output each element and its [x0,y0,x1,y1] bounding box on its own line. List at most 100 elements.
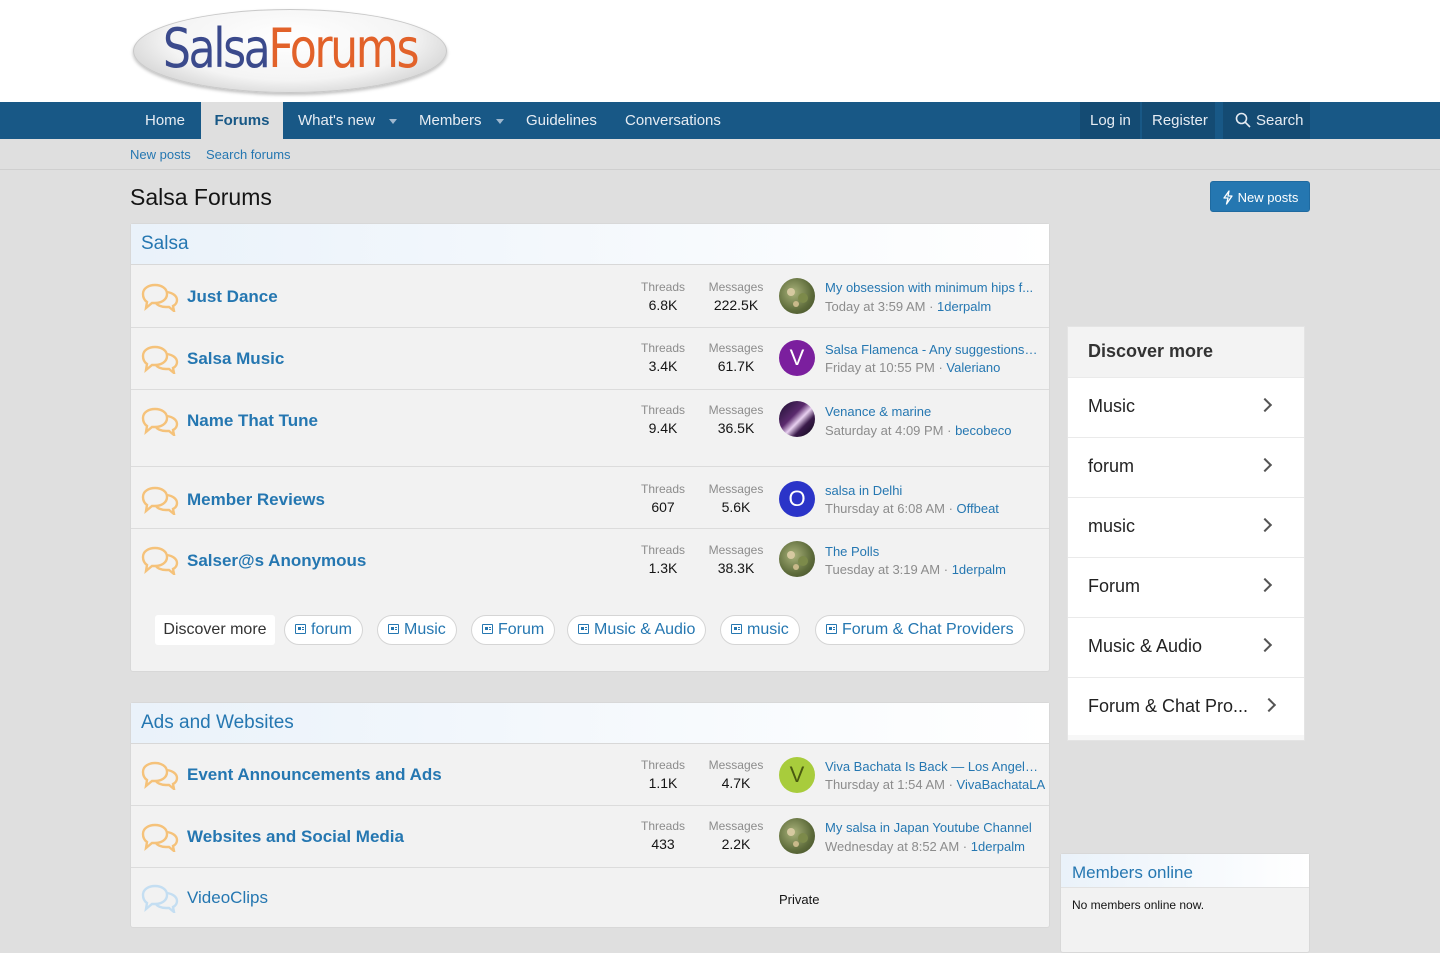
chevron-right-icon [1257,637,1273,653]
avatar[interactable]: V [779,340,815,376]
nav-conversations[interactable]: Conversations [625,102,721,139]
forum-title-link[interactable]: Event Announcements and Ads [187,765,442,785]
nav-members[interactable]: Members [419,102,504,139]
latest-user-link[interactable]: Valeriano [946,360,1000,375]
nav-forums[interactable]: Forums [201,102,283,139]
chevron-right-icon [1257,397,1273,413]
latest-user-link[interactable]: 1derpalm [971,839,1025,854]
chevron-down-icon[interactable] [495,118,504,124]
bolt-icon [1222,190,1233,205]
chevron-right-icon [1257,517,1273,533]
members-online-text: No members online now. [1072,898,1205,912]
discover-chip[interactable]: Music [377,615,457,645]
latest-time[interactable]: Thursday at 1:54 AM [825,777,945,792]
category-title[interactable]: Ads and Websites [131,703,1049,744]
latest-thread-link[interactable]: Salsa Flamenca - Any suggestions f... [825,342,1040,357]
discover-chip[interactable]: Forum & Chat Providers [815,615,1025,645]
discover-chip[interactable]: Music & Audio [567,615,707,645]
site-logo[interactable]: SalsaForums [133,9,447,93]
subnav-new-posts[interactable]: New posts [130,147,191,162]
latest-user-link[interactable]: VivaBachataLA [957,777,1046,792]
forum-node: Websites and Social Media Threads 433 Mes… [131,806,1049,868]
sidebar-discover-item[interactable]: Music [1068,377,1304,437]
avatar[interactable] [779,401,815,437]
sidebar-discover-item[interactable]: Forum [1068,557,1304,617]
avatar[interactable] [779,278,815,314]
subnav-search-forums[interactable]: Search forums [206,147,291,162]
discover-more-label: Discover more [155,615,275,645]
latest-meta: Tuesday at 3:19 AM · 1derpalm [825,562,1006,577]
avatar[interactable] [779,541,815,577]
discover-chip[interactable]: Forum [471,615,556,645]
latest-meta: Wednesday at 8:52 AM · 1derpalm [825,839,1025,854]
article-icon [731,623,742,634]
forum-title-link[interactable]: Salsa Music [187,349,284,369]
chevron-right-icon [1257,577,1273,593]
latest-thread-link[interactable]: Viva Bachata Is Back — Los Angeles... [825,759,1040,774]
nav-home[interactable]: Home [145,102,185,139]
messages-stat: Messages 36.5K [708,403,764,436]
forum-title-link[interactable]: Websites and Social Media [187,827,404,847]
forum-node: Member Reviews Threads 607 Messages 5.6K O… [131,467,1049,529]
forum-bubbles-icon [141,283,179,312]
latest-user-link[interactable]: 1derpalm [937,299,991,314]
forum-node: VideoClips Private [131,868,1049,927]
search-button[interactable]: Search [1223,102,1310,139]
latest-thread-link[interactable]: My obsession with minimum hips f... [825,280,1040,295]
chevron-down-icon[interactable] [389,118,398,124]
sidebar-discover-item[interactable]: Forum & Chat Pro... [1068,677,1304,735]
forum-bubbles-icon [141,761,179,790]
latest-meta: Thursday at 1:54 AM · VivaBachataLA [825,777,1046,792]
forum-bubbles-icon [141,546,179,575]
sidebar-discover-item[interactable]: music [1068,497,1304,557]
latest-thread-link[interactable]: Venance & marine [825,404,1040,419]
logo-text-forums: Forums [268,17,419,80]
discover-chip[interactable]: forum [284,615,363,645]
latest-thread-link[interactable]: My salsa in Japan Youtube Channel [825,820,1040,835]
nav-whats-new[interactable]: What's new [298,102,398,139]
latest-time[interactable]: Wednesday at 8:52 AM [825,839,959,854]
latest-time[interactable]: Thursday at 6:08 AM [825,501,945,516]
forum-title-link[interactable]: Member Reviews [187,490,325,510]
messages-stat: Messages 38.3K [708,543,764,576]
avatar[interactable]: V [779,757,815,793]
messages-stat: Messages 2.2K [708,819,764,852]
latest-thread-link[interactable]: The Polls [825,544,1040,559]
latest-time[interactable]: Saturday at 4:09 PM [825,423,944,438]
latest-time[interactable]: Tuesday at 3:19 AM [825,562,940,577]
new-posts-button[interactable]: New posts [1210,181,1310,212]
avatar[interactable] [779,818,815,854]
latest-user-link[interactable]: becobeco [955,423,1011,438]
category-block-salsa: Salsa Just Dance Threads 6.8K Messages 222… [130,223,1050,672]
discover-chip[interactable]: music [720,615,800,645]
sidebar-discover-item[interactable]: Music & Audio [1068,617,1304,677]
main-navbar: Home Forums What's new Members Guideline… [0,102,1440,139]
forum-bubbles-icon [141,486,179,515]
forum-title-link[interactable]: VideoClips [187,888,268,908]
sidebar-discover-item[interactable]: forum [1068,437,1304,497]
messages-stat: Messages 5.6K [708,482,764,515]
forum-title-link[interactable]: Just Dance [187,287,278,307]
forum-bubbles-icon [141,345,179,374]
register-button[interactable]: Register [1142,102,1215,139]
nav-guidelines[interactable]: Guidelines [526,102,597,139]
latest-user-link[interactable]: 1derpalm [952,562,1006,577]
latest-time[interactable]: Friday at 10:55 PM [825,360,935,375]
latest-time[interactable]: Today at 3:59 AM [825,299,925,314]
avatar[interactable]: O [779,481,815,517]
login-button[interactable]: Log in [1080,102,1140,139]
page-title: Salsa Forums [130,184,272,210]
sub-navbar: New posts Search forums [0,139,1440,170]
latest-meta: Thursday at 6:08 AM · Offbeat [825,501,999,516]
threads-stat: Threads 1.3K [640,543,686,576]
site-header: SalsaForums [0,0,1440,102]
forum-title-link[interactable]: Salser@s Anonymous [187,551,366,571]
forum-bubbles-icon [141,823,179,852]
latest-thread-link[interactable]: salsa in Delhi [825,483,1040,498]
threads-stat: Threads 9.4K [640,403,686,436]
latest-user-link[interactable]: Offbeat [957,501,999,516]
members-online-title[interactable]: Members online [1061,854,1309,888]
forum-title-link[interactable]: Name That Tune [187,411,318,431]
article-icon [388,623,399,634]
category-title[interactable]: Salsa [131,224,1049,265]
